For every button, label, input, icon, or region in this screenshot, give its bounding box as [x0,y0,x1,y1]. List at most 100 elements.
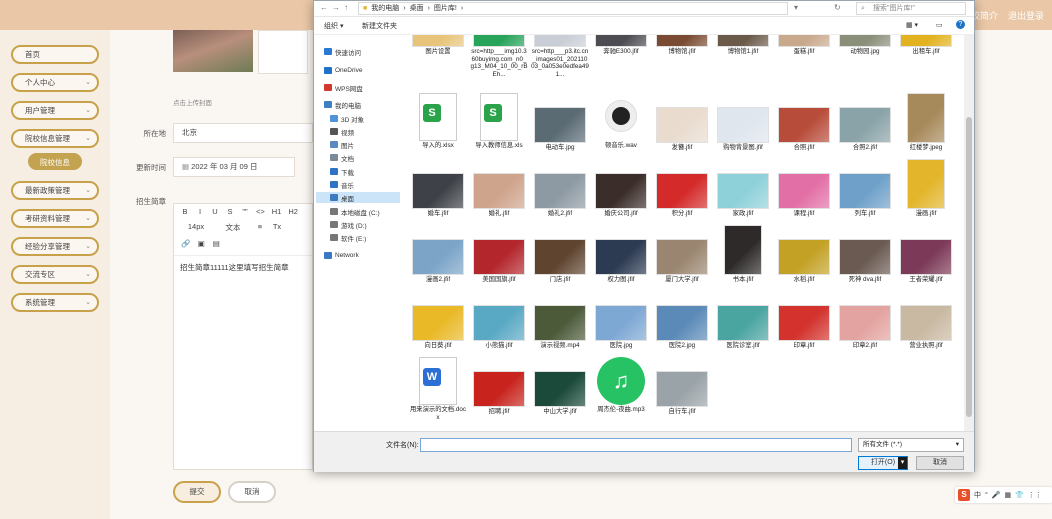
filename-input[interactable] [420,438,852,452]
sidebar-item[interactable]: 用户管理 ⌄ [11,101,99,120]
cancel-button[interactable]: 取消 [228,481,276,503]
file-item[interactable]: 医院2.jpg [653,291,711,350]
scrollbar-thumb[interactable] [966,117,972,417]
keyboard-icon[interactable]: ▦ [1005,491,1012,499]
path-box[interactable]: ■ 我的电脑 › 桌面 › 图片库! › [358,2,788,15]
editor-tool-button[interactable]: S [226,207,234,216]
nav-item[interactable]: 我的电脑 [324,99,361,110]
dialog-cancel-button[interactable]: 取消 [916,456,964,470]
nav-item[interactable]: 图片 [330,139,354,150]
ime-punctuation[interactable]: ° [985,492,988,499]
file-item[interactable]: 蛋糕.jfif [775,35,833,56]
link-icon[interactable]: 🔗 [181,239,190,248]
video-icon[interactable]: ▤ [212,239,220,248]
upload-box[interactable] [258,30,308,74]
file-item[interactable]: 博物馆.jfif [653,35,711,56]
editor-content[interactable]: 招生简章11111这里填写招生简章 [174,255,312,279]
file-item[interactable]: 漫画2.jfif [409,225,467,284]
editor-tool-select[interactable]: 文本 [218,222,248,233]
file-item[interactable]: 奔驰E300.jfif [592,35,650,56]
sidebar-item[interactable]: 个人中心 ⌄ [11,73,99,92]
file-item[interactable]: 购物背景图.jfif [714,93,772,152]
file-item[interactable]: ♫ 周杰伦-夜曲.mp3 [592,357,650,414]
file-item[interactable]: 演示视频.mp4 [531,291,589,350]
file-item[interactable]: 课程.jfif [775,159,833,218]
file-item[interactable]: 厦门大学.jfif [653,225,711,284]
nav-item[interactable]: 桌面 [316,192,400,203]
sidebar-item[interactable]: 考研资料管理 ⌄ [11,209,99,228]
up-icon[interactable]: ↑ [344,3,348,12]
logout-link[interactable]: 退出登录 [1008,9,1044,22]
open-button[interactable]: 打开(O) ▾ [858,456,908,470]
sidebar-item[interactable]: 交流专区 ⌄ [11,265,99,284]
file-item[interactable]: 婚车.jfif [409,159,467,218]
nav-item[interactable]: 游戏 (D:) [330,219,367,230]
location-input[interactable]: 北京 [173,123,313,143]
file-item[interactable]: 合照.jfif [775,93,833,152]
file-item[interactable]: 门店.jfif [531,225,589,284]
microphone-icon[interactable]: 🎤 [992,491,1001,499]
file-item[interactable]: 博物馆1.jfif [714,35,772,56]
organize-button[interactable]: 组织 ▾ [324,21,343,31]
toolbox-icon[interactable]: ⋮⋮ [1028,491,1042,499]
preview-pane-icon[interactable]: ▭ [936,21,943,29]
file-item[interactable]: 动物园.jpg [836,35,894,56]
rich-text-editor[interactable]: B I U S "" <> H1 H2 14px 文本 ≡ Tx 🔗 ▣ ▤ 招生简章11111这里… [173,203,313,470]
file-item[interactable]: S 导入教师信息.xls [470,93,528,150]
file-item[interactable]: 书本.jfif [714,225,772,284]
file-item[interactable]: W 用来演示的文档.docx [409,357,467,421]
nav-item[interactable]: 3D 对象 [330,113,364,124]
sidebar-item[interactable]: 系统管理 ⌄ [11,293,99,312]
editor-tool-select[interactable]: 14px [181,222,211,233]
file-item[interactable]: 医院.jpg [592,291,650,350]
path-segment-computer[interactable]: 我的电脑 [371,3,399,14]
file-item[interactable]: 图片设置 [409,35,467,56]
sidebar-item[interactable]: 经验分享管理 ⌄ [11,237,99,256]
editor-tool-button[interactable]: <> [256,207,265,216]
editor-tool-button[interactable]: H1 [272,207,282,216]
file-item[interactable]: src=http___p3.itc.cn_images01_20211003_0… [531,35,589,78]
sidebar-item[interactable]: 最新政策管理 ⌄ [11,181,99,200]
nav-item[interactable]: OneDrive [324,65,362,76]
nav-item[interactable]: Network [324,250,359,261]
file-item[interactable]: 小熊猫.jfif [470,291,528,350]
file-item[interactable]: src=http___img10.360buyimg.com_n0_g13_M0… [470,35,528,78]
dropdown-icon[interactable]: ▾ [794,3,798,12]
file-item[interactable]: 王者荣耀.jfif [897,225,955,284]
editor-tool-button[interactable]: B [181,207,189,216]
nav-item[interactable]: 下载 [330,166,354,177]
file-item[interactable]: 水稻.jfif [775,225,833,284]
file-item[interactable]: 印章2.jfif [836,291,894,350]
vertical-scrollbar[interactable] [964,35,974,431]
open-dropdown-icon[interactable]: ▾ [898,457,907,469]
editor-tool-button[interactable]: U [211,207,219,216]
file-item[interactable]: 婚礼2.jfif [531,159,589,218]
nav-item[interactable]: 快速访问 [324,46,361,57]
file-item[interactable]: 漫画.jfif [897,159,955,218]
skin-icon[interactable]: 👕 [1015,491,1024,499]
sidebar-item[interactable]: 首页 [11,45,99,64]
file-item[interactable]: 积分.jfif [653,159,711,218]
file-item[interactable]: 权力图.jfif [592,225,650,284]
file-item[interactable]: 美国国旗.jfif [470,225,528,284]
file-item[interactable]: 婚庆公司.jfif [592,159,650,218]
sidebar-item[interactable]: 院校信息管理 ⌄ [11,129,99,148]
file-item[interactable]: 电动车.jpg [531,93,589,152]
file-item[interactable]: 向日葵.jfif [409,291,467,350]
submit-button[interactable]: 提交 [173,481,221,503]
new-folder-button[interactable]: 新建文件夹 [362,21,397,31]
file-item[interactable]: 死神 dva.jfif [836,225,894,284]
refresh-icon[interactable]: ↻ [834,3,841,12]
update-time-input[interactable]: ▦ 2022 年 03 月 09 日 [173,157,295,177]
file-item[interactable]: 发簪.jfif [653,93,711,152]
file-item[interactable]: 自行车.jfif [653,357,711,416]
editor-tool-button[interactable]: I [196,207,204,216]
back-icon[interactable]: ← [320,3,328,12]
filetype-select[interactable]: 所有文件 (*.*) ▾ [858,438,964,452]
editor-tool-button[interactable]: "" [241,207,249,216]
nav-item[interactable]: 软件 (E:) [330,232,366,243]
file-item[interactable]: 列车.jfif [836,159,894,218]
forward-icon[interactable]: → [332,3,340,12]
file-item[interactable]: 出租车.jfif [897,35,955,56]
file-item[interactable]: 印章.jfif [775,291,833,350]
